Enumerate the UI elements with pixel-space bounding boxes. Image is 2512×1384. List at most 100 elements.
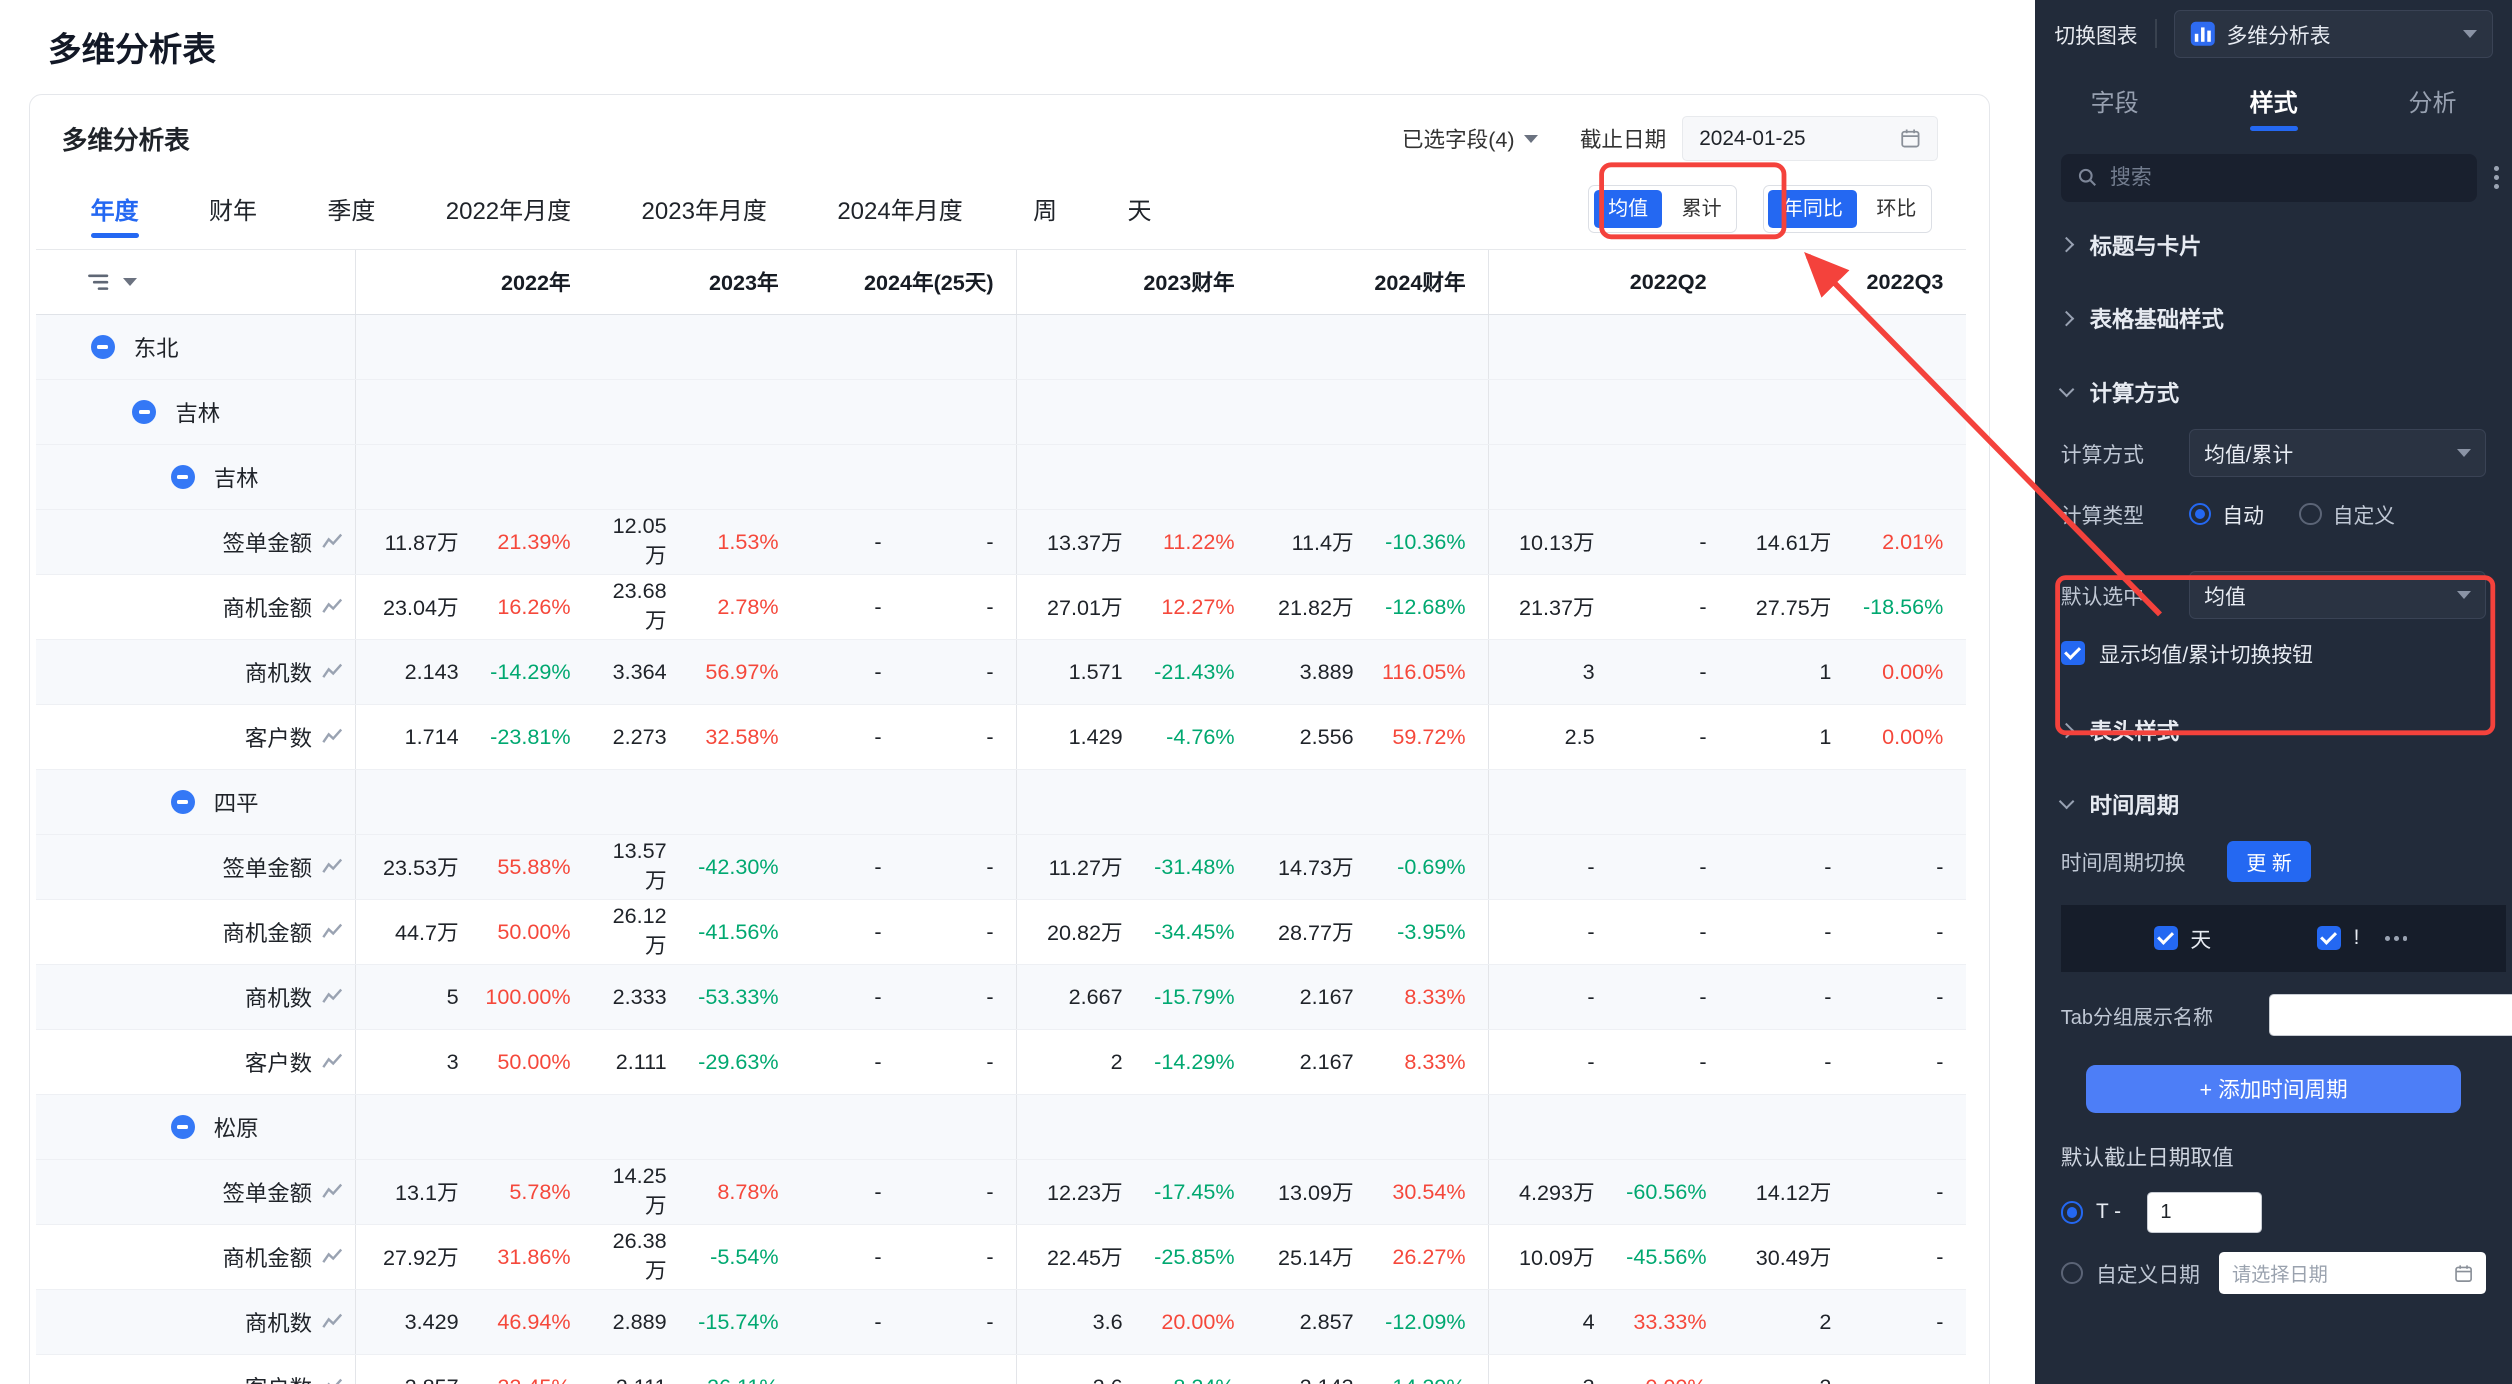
section-table-base-style[interactable]: 表格基础样式 (2035, 282, 2512, 356)
tab-analysis[interactable]: 分析 (2353, 67, 2512, 134)
radio-unselected-icon (2299, 503, 2321, 525)
radio-custom[interactable]: 自定义 (2299, 499, 2395, 529)
update-button[interactable]: 更 新 (2227, 841, 2311, 883)
search-box[interactable] (2061, 154, 2477, 202)
data-cell: -- (1729, 835, 1966, 899)
line-chart-icon[interactable] (322, 532, 343, 551)
data-cell: 1.571-21.43% (1017, 640, 1257, 704)
tab-style[interactable]: 样式 (2194, 67, 2353, 134)
line-chart-icon[interactable] (322, 662, 343, 681)
data-cell (1257, 770, 1489, 834)
line-chart-icon[interactable] (322, 987, 343, 1006)
chart-type-value: 多维分析表 (2227, 19, 2453, 49)
more-periods-icon[interactable] (2385, 936, 2407, 941)
table-row-group: 吉林 (36, 445, 1966, 510)
toggle-option-均值[interactable]: 均值 (1594, 190, 1663, 228)
line-chart-icon[interactable] (322, 1052, 343, 1071)
toggle-option-环比[interactable]: 环比 (1862, 187, 1931, 232)
period-second-checkbox[interactable] (2317, 926, 2341, 950)
radio-auto[interactable]: 自动 (2189, 499, 2264, 529)
data-cell: 3.620.00% (1017, 1290, 1257, 1354)
data-cell: 14.73万-0.69% (1257, 835, 1489, 899)
line-chart-icon[interactable] (322, 922, 343, 941)
line-chart-icon[interactable] (322, 597, 343, 616)
column-header[interactable]: 2024年(25天) (801, 250, 1017, 314)
t-minus-input[interactable] (2147, 1192, 2262, 1234)
period-day-checkbox[interactable] (2154, 926, 2178, 950)
add-time-period-button[interactable]: + 添加时间周期 (2086, 1065, 2460, 1113)
data-cell: 2.889-15.74% (593, 1290, 801, 1354)
selected-fields-dropdown[interactable]: 已选字段(4) (1402, 123, 1538, 154)
custom-date-input[interactable]: 请选择日期 (2219, 1252, 2486, 1294)
data-cell: 25.14万26.27% (1257, 1225, 1489, 1289)
radio-t-minus[interactable] (2061, 1201, 2083, 1223)
tab-2024年月度[interactable]: 2024年月度 (837, 169, 962, 249)
group-label: 吉林 (175, 396, 220, 428)
collapse-icon[interactable] (171, 465, 195, 489)
tab-年度[interactable]: 年度 (91, 169, 139, 249)
default-selected-select[interactable]: 均值 (2189, 571, 2487, 619)
toggle-option-年同比[interactable]: 年同比 (1768, 190, 1857, 228)
tab-fields[interactable]: 字段 (2035, 67, 2194, 134)
data-cell: 2.5- (1489, 705, 1729, 769)
tab-2022年月度[interactable]: 2022年月度 (446, 169, 571, 249)
calc-method-select[interactable]: 均值/累计 (2189, 429, 2487, 477)
data-cell: 13.37万11.22% (1017, 510, 1257, 574)
line-chart-icon[interactable] (322, 1377, 343, 1384)
line-chart-icon[interactable] (322, 727, 343, 746)
data-cell: 1.714-23.81% (356, 705, 593, 769)
column-header[interactable]: 2024财年 (1257, 250, 1489, 314)
deadline-date-input[interactable]: 2024-01-25 (1682, 116, 1938, 161)
tab-2023年月度[interactable]: 2023年月度 (642, 169, 767, 249)
search-input[interactable] (2110, 166, 2461, 190)
collapse-icon[interactable] (171, 790, 195, 814)
data-cell: 11.87万21.39% (356, 510, 593, 574)
data-cell (593, 445, 801, 509)
line-chart-icon[interactable] (322, 857, 343, 876)
main-content: 多维分析表 多维分析表 已选字段(4) 截止日期 2024-01-25 (0, 0, 2035, 1384)
collapse-icon[interactable] (132, 400, 156, 424)
show-toggle-checkbox[interactable] (2061, 641, 2085, 665)
data-cell (356, 1095, 593, 1159)
period-strip: 天 ! (2061, 905, 2506, 972)
row-dimension-header[interactable] (36, 250, 356, 314)
toggle-option-累计[interactable]: 累计 (1667, 187, 1736, 232)
column-header[interactable]: 2023财年 (1017, 250, 1257, 314)
card-title: 多维分析表 (62, 120, 190, 157)
chart-type-select[interactable]: 多维分析表 (2174, 10, 2492, 58)
line-chart-icon[interactable] (322, 1247, 343, 1266)
section-calc-method[interactable]: 计算方式 (2035, 355, 2512, 429)
tab-周[interactable]: 周 (1033, 169, 1057, 249)
radio-custom-date[interactable] (2061, 1262, 2083, 1284)
chevron-down-icon (123, 278, 137, 286)
data-cell: 2.1678.33% (1257, 965, 1489, 1029)
column-header[interactable]: 2022年 (356, 250, 593, 314)
chevron-down-icon (2058, 794, 2074, 810)
tab-group-name-input[interactable] (2269, 994, 2512, 1036)
line-chart-icon[interactable] (322, 1182, 343, 1201)
column-header[interactable]: 2022Q2 (1489, 250, 1729, 314)
data-cell: 2.111-26.11% (593, 1355, 801, 1384)
column-header[interactable]: 2022Q3 (1729, 250, 1966, 314)
column-header[interactable]: 2023年 (593, 250, 801, 314)
tab-季度[interactable]: 季度 (327, 169, 375, 249)
tab-财年[interactable]: 财年 (209, 169, 257, 249)
chevron-right-icon (2058, 310, 2074, 326)
data-cell: 21.37万- (1489, 575, 1729, 639)
collapse-icon[interactable] (91, 335, 115, 359)
more-options-icon[interactable] (2494, 166, 2499, 188)
data-cell: 30.49万- (1729, 1225, 1966, 1289)
tab-天[interactable]: 天 (1128, 169, 1152, 249)
section-title-card[interactable]: 标题与卡片 (2035, 208, 2512, 282)
section-time-period[interactable]: 时间周期 (2035, 767, 2512, 841)
collapse-icon[interactable] (171, 1115, 195, 1139)
line-chart-icon[interactable] (322, 1312, 343, 1331)
group-label: 东北 (134, 331, 179, 363)
deadline-label: 截止日期 (1580, 123, 1666, 154)
data-cell (593, 380, 801, 444)
data-cell (1017, 445, 1257, 509)
panel-search-row (2061, 154, 2499, 202)
data-cell: -- (801, 1290, 1017, 1354)
section-header-style[interactable]: 表头样式 (2035, 694, 2512, 768)
data-cell (1489, 315, 1729, 379)
